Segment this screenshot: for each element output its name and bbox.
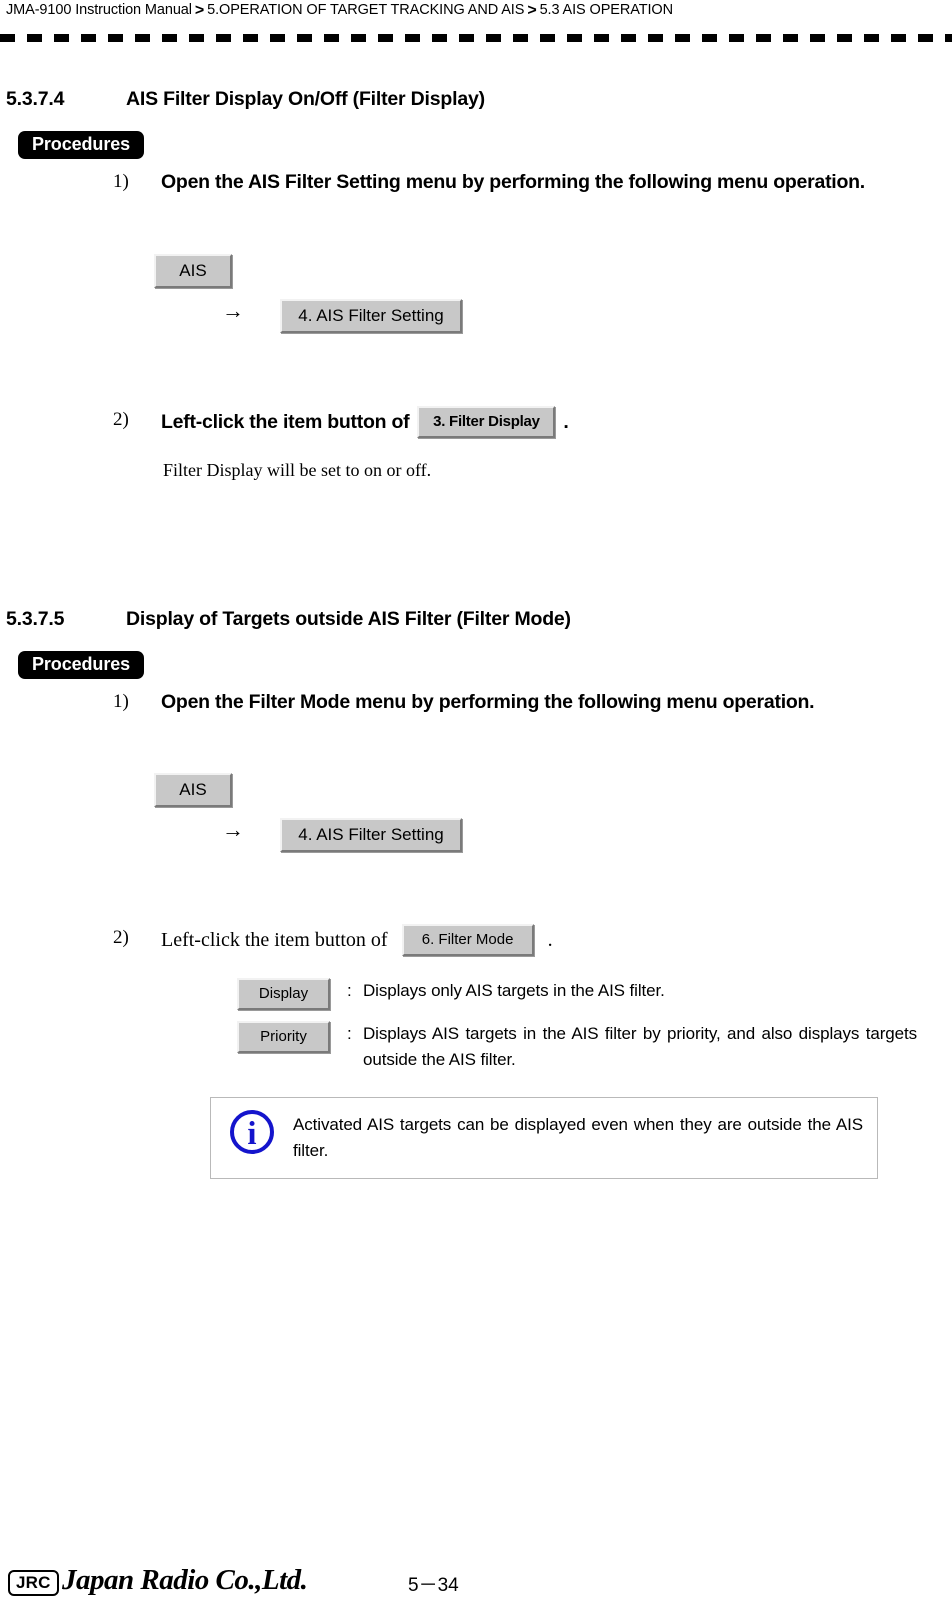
page-number: 5－34 xyxy=(408,1575,459,1596)
step-5374-2-text-after: . xyxy=(563,410,569,433)
step-5374-1: 1) Open the AIS Filter Setting menu by p… xyxy=(113,168,903,196)
breadcrumb-separator-2: > xyxy=(527,2,537,19)
section-heading-5374: 5.3.7.4 AIS Filter Display On/Off (Filter… xyxy=(6,88,485,111)
step-5374-2: 2) Left-click the item button of 3. Filt… xyxy=(113,406,569,438)
step-5374-1-number: 1) xyxy=(113,171,129,192)
option-row-priority: Priority : Displays AIS targets in the A… xyxy=(237,1021,917,1072)
jrc-logo-mark: JRC xyxy=(8,1570,59,1596)
section-number-5374: 5.3.7.4 xyxy=(6,88,65,110)
step-5374-2-text-before: Left-click the item button of xyxy=(161,410,410,433)
step-5374-1-text: Open the AIS Filter Setting menu by perf… xyxy=(161,171,865,193)
procedures-badge-5374: Procedures xyxy=(18,131,145,159)
step-5374-2-number: 2) xyxy=(113,409,129,430)
section-title-5375: Display of Targets outside AIS Filter (F… xyxy=(126,608,571,630)
header-dashed-divider xyxy=(0,34,952,42)
menu-path-arrow-5375: → xyxy=(222,817,244,842)
procedures-badge-5375: Procedures xyxy=(18,651,145,679)
step-5375-2-body: Left-click the item button of 6. Filter … xyxy=(161,924,553,956)
option-display-colon: : xyxy=(347,981,352,1000)
breadcrumb-chapter: 5.OPERATION OF TARGET TRACKING AND AIS xyxy=(207,2,525,18)
option-button-display[interactable]: Display xyxy=(237,978,330,1010)
option-display-button-cell: Display xyxy=(237,978,341,1010)
breadcrumb: JMA-9100 Instruction Manual >5.OPERATION … xyxy=(6,1,673,19)
step-5375-1-text: Open the Filter Mode menu by performing … xyxy=(161,691,815,713)
menu-button-ais-filter-setting-5375[interactable]: 4. AIS Filter Setting xyxy=(280,818,462,852)
option-button-priority[interactable]: Priority xyxy=(237,1021,330,1053)
company-name: Japan Radio Co.,Ltd. xyxy=(62,1564,308,1596)
info-box-text: Activated AIS targets can be displayed e… xyxy=(293,1115,863,1161)
option-priority-colon: : xyxy=(347,1024,352,1043)
menu-button-ais-filter-setting-5374[interactable]: 4. AIS Filter Setting xyxy=(280,299,462,333)
section-heading-5375: 5.3.7.5 Display of Targets outside AIS Fi… xyxy=(6,608,571,631)
option-display-description: Displays only AIS targets in the AIS fil… xyxy=(363,981,665,1000)
breadcrumb-separator-1: > xyxy=(194,2,205,19)
item-button-filter-mode[interactable]: 6. Filter Mode xyxy=(401,924,534,956)
info-box: i Activated AIS targets can be displayed… xyxy=(210,1097,878,1179)
step-5375-2-text-after: . xyxy=(547,928,553,951)
option-priority-button-cell: Priority xyxy=(237,1021,341,1053)
note-5374: Filter Display will be set to on or off. xyxy=(163,460,432,480)
section-title-5374: AIS Filter Display On/Off (Filter Displa… xyxy=(126,88,485,110)
step-5375-1: 1) Open the Filter Mode menu by performi… xyxy=(113,688,933,716)
breadcrumb-section: 5.3 AIS OPERATION xyxy=(539,2,674,18)
option-row-display: Display : Displays only AIS targets in t… xyxy=(237,978,917,1010)
item-button-filter-display[interactable]: 3. Filter Display xyxy=(417,406,556,438)
page-footer: JRC Japan Radio Co.,Ltd. 5－34 xyxy=(0,1550,952,1620)
menu-path-arrow-5374: → xyxy=(222,298,244,323)
step-5375-2-number: 2) xyxy=(113,927,129,948)
page-header: JMA-9100 Instruction Manual >5.OPERATION … xyxy=(0,0,952,42)
menu-button-ais-5374[interactable]: AIS xyxy=(154,254,232,288)
step-5375-1-number: 1) xyxy=(113,691,129,712)
option-priority-description: Displays AIS targets in the AIS filter b… xyxy=(363,1024,917,1069)
step-5375-2-text-before: Left-click the item button of xyxy=(161,928,388,951)
information-icon: i xyxy=(230,1110,274,1154)
step-5375-2: 2) Left-click the item button of 6. Filt… xyxy=(113,924,553,956)
step-5374-2-body: Left-click the item button of 3. Filter … xyxy=(161,406,569,438)
breadcrumb-manual-title: JMA-9100 Instruction Manual xyxy=(6,2,192,18)
info-icon-cell: i xyxy=(211,1098,293,1154)
menu-button-ais-5375[interactable]: AIS xyxy=(154,773,232,807)
section-number-5375: 5.3.7.5 xyxy=(6,608,65,630)
